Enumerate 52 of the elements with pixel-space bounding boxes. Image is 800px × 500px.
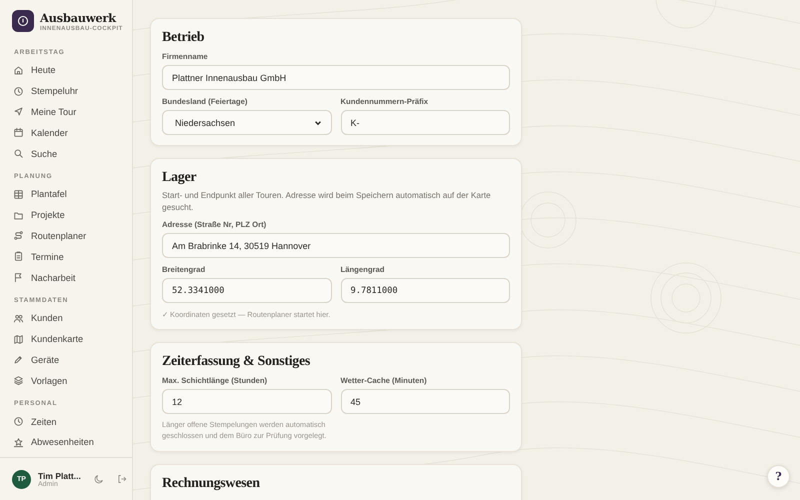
input-field[interactable]: 45 [340, 389, 510, 414]
card-title: Lager [162, 170, 198, 185]
nav-item[interactable]: Kundenkarte [0, 328, 132, 350]
clock-icon [13, 86, 24, 97]
nav-item[interactable]: Heute [0, 60, 132, 81]
input-field[interactable]: Plattner Innenausbau GmbH [162, 65, 510, 90]
house-icon [13, 64, 24, 76]
state-dropdown[interactable]: Niedersachsen [162, 110, 332, 135]
navigation-arrow-icon [13, 106, 24, 118]
nav-item[interactable]: Kunden [0, 308, 132, 329]
users-icon [13, 312, 24, 324]
nav-item[interactable]: Projekte [0, 204, 132, 226]
nav-item[interactable]: Plantafel [0, 184, 132, 205]
card-title: Betrieb [162, 30, 206, 45]
logout-icon[interactable] [116, 474, 127, 484]
nav-item[interactable]: Suche [0, 143, 132, 164]
nav-item[interactable]: Meine Tour [0, 102, 132, 122]
app-logo [12, 10, 34, 32]
nav-item[interactable]: Nacharbeit [0, 267, 132, 288]
input-field[interactable]: K- [340, 110, 510, 135]
coordinate-field[interactable]: 52.3341000 [162, 278, 332, 303]
clipboard-icon [13, 251, 24, 262]
flag-icon [13, 272, 24, 284]
nav-item[interactable]: Vorlagen [0, 370, 132, 392]
grid-icon [13, 188, 24, 200]
coordinate-field[interactable]: 9.7811000 [340, 278, 510, 303]
nav-item[interactable]: Geräte [0, 350, 132, 370]
help-button[interactable]: ? [767, 465, 790, 488]
moon-icon[interactable] [94, 474, 104, 484]
card-description: Start- und Endpunkt aller Touren. Adresse wird beim Speichern automatisch auf der Karte gesucht. [162, 189, 492, 213]
card-title: Zeiterfassung & Sonstiges [162, 354, 312, 369]
user-name: Tim Platt... [38, 470, 81, 480]
search-icon [13, 148, 24, 160]
nav-item[interactable]: Abwesenheiten [0, 432, 132, 453]
app-title: Ausbauwerk [40, 10, 118, 24]
route-icon [13, 230, 24, 242]
card-title: Rechnungswesen [162, 476, 261, 491]
input-field[interactable]: 12 [162, 389, 332, 414]
input-field[interactable]: Am Brabrinke 14, 30519 Hannover [162, 233, 510, 258]
pen-icon [13, 354, 24, 366]
nav-item[interactable]: Kalender [0, 122, 132, 144]
layers-icon [13, 375, 24, 386]
nav-item[interactable]: Zeiten [0, 411, 132, 432]
nav-item[interactable]: Stempeluhr [0, 80, 132, 102]
chevron-down-icon [314, 118, 322, 126]
calendar-icon [13, 127, 24, 138]
clock-icon [13, 416, 24, 428]
map-icon [13, 334, 24, 345]
nav-item[interactable]: Routenplaner [0, 226, 132, 246]
folder-icon [13, 210, 24, 221]
nav-item[interactable]: Termine [0, 246, 132, 268]
star-icon [13, 436, 24, 448]
